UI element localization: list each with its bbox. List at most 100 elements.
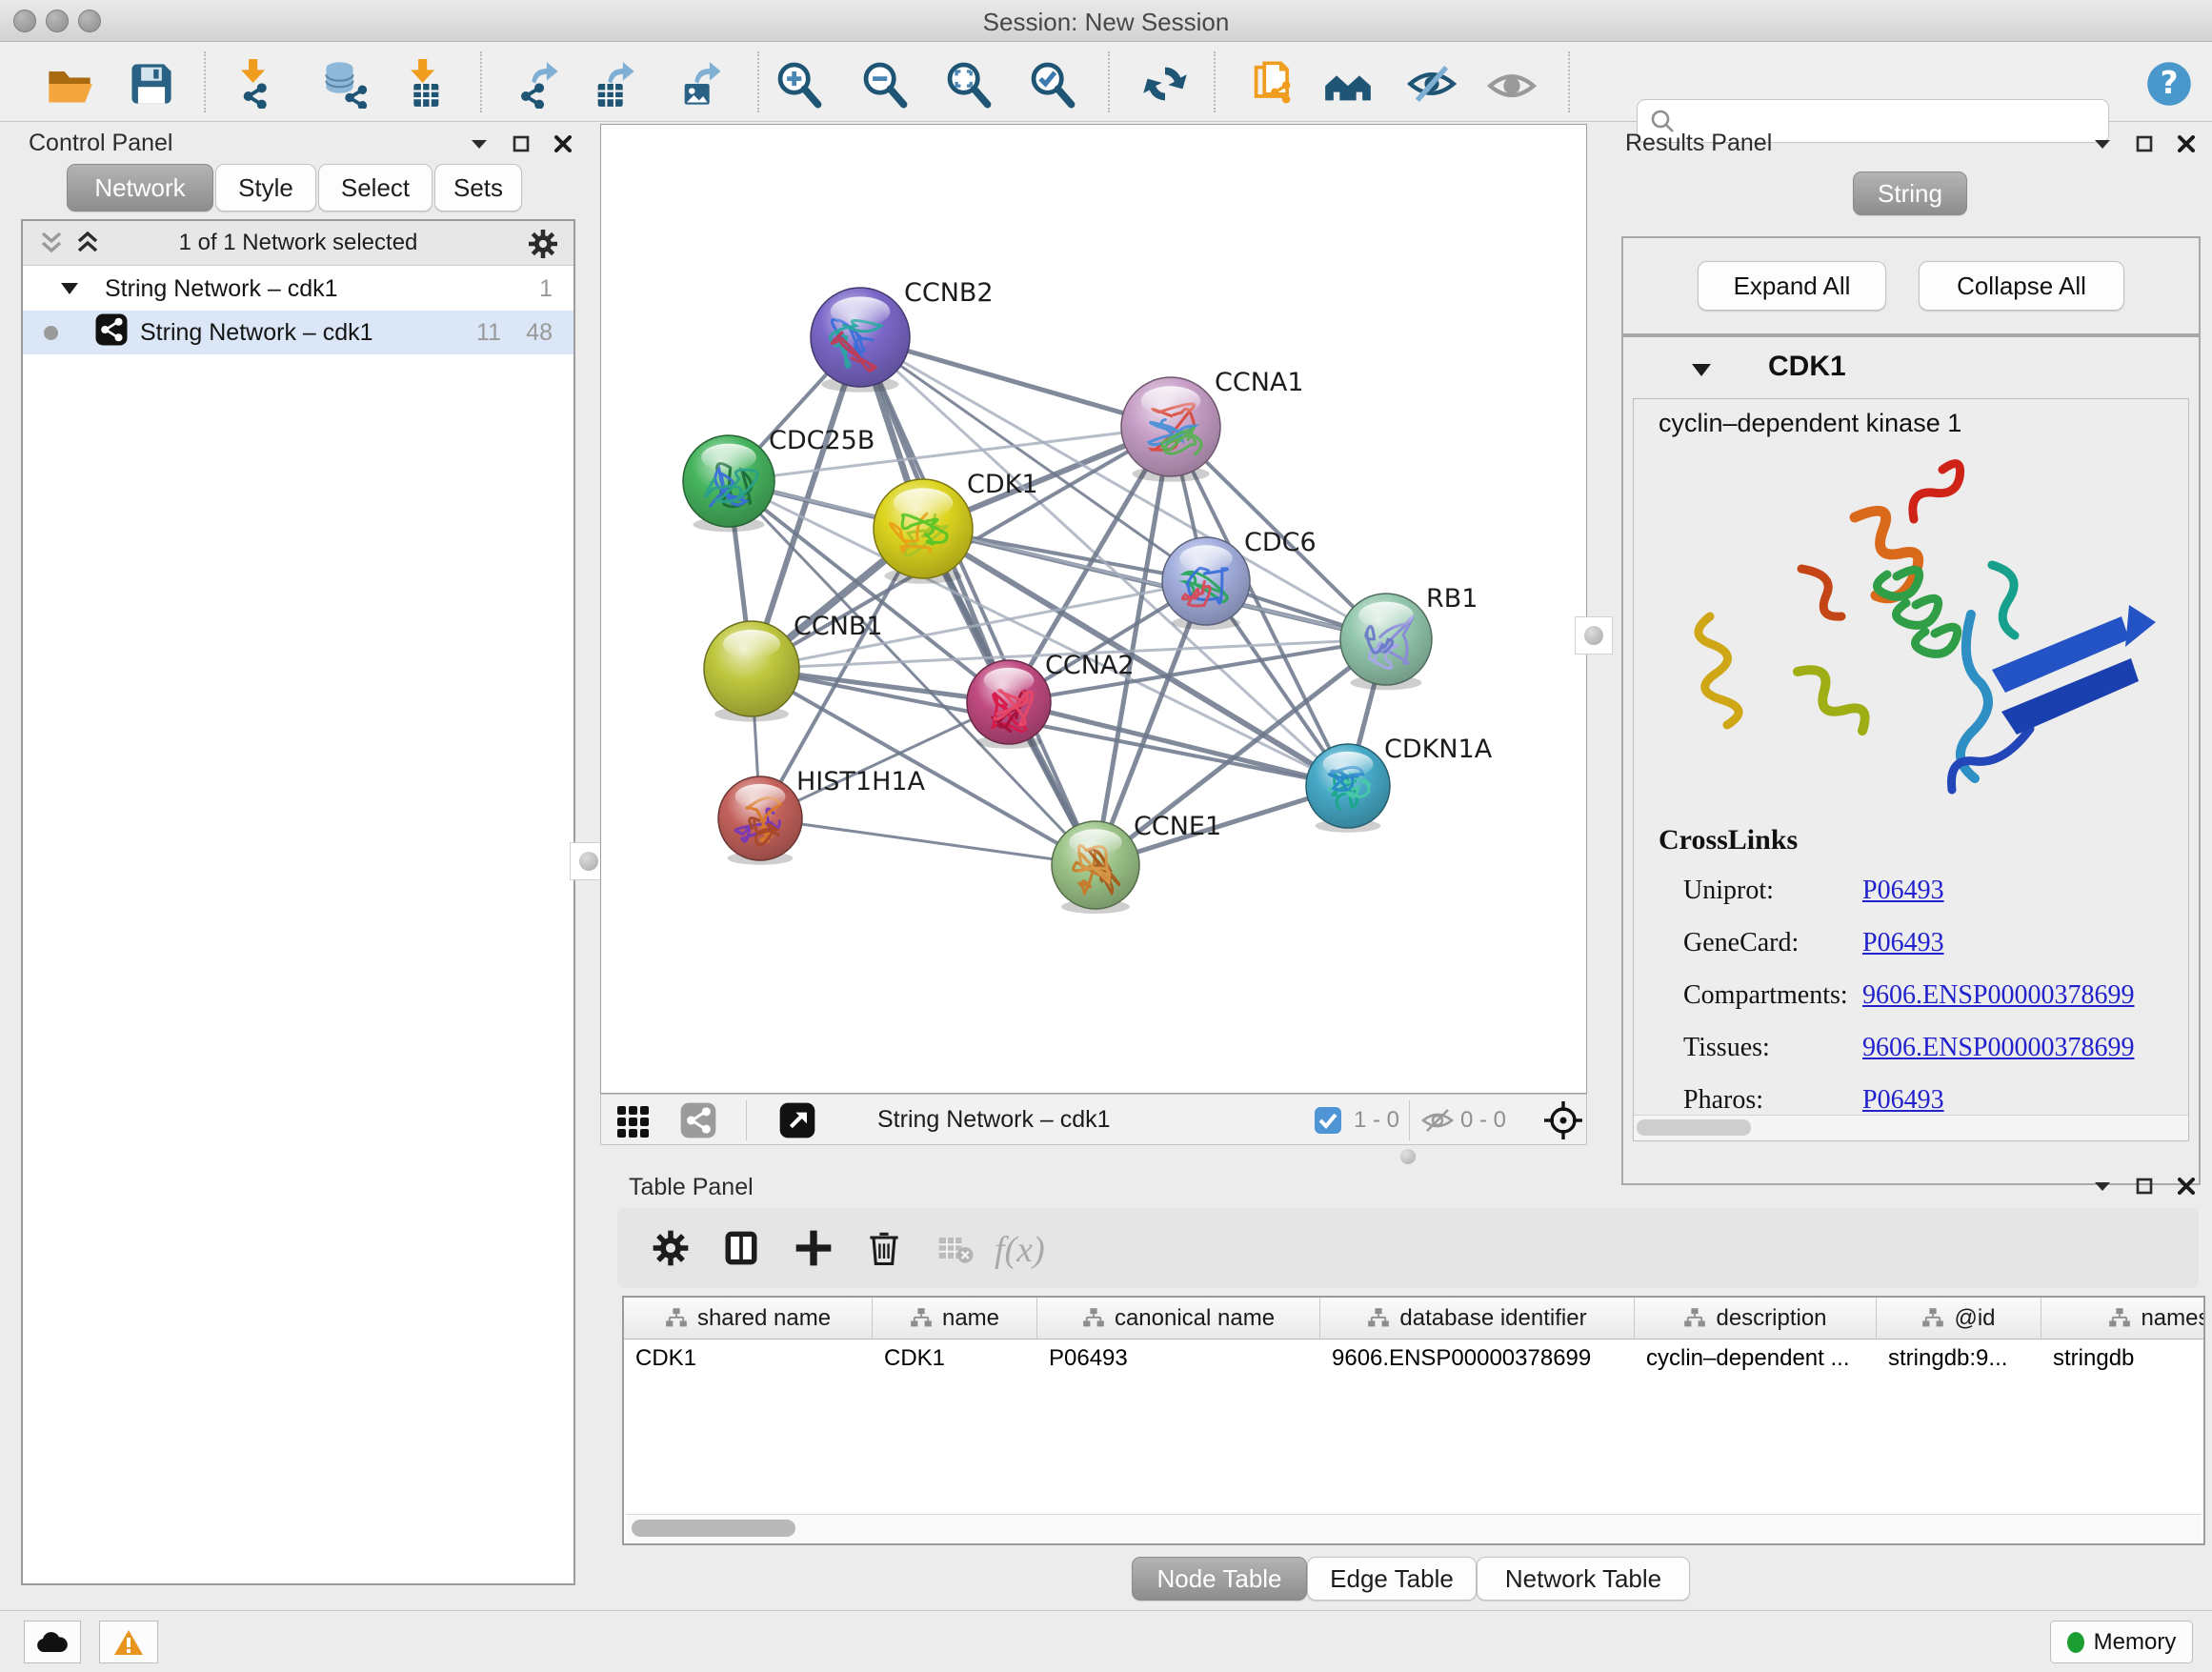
- import-table-button[interactable]: [394, 57, 450, 111]
- export-network-button[interactable]: [511, 57, 566, 111]
- crosslink-link-1[interactable]: P06493: [1862, 928, 1944, 958]
- network-canvas[interactable]: CCNB2CCNA1CDC25BCDK1CDC6RB1CCNB1CCNA2CDK…: [600, 124, 1587, 1094]
- node-label-CCNA1: CCNA1: [1215, 368, 1304, 397]
- add-column-icon[interactable]: [793, 1227, 835, 1269]
- collapse-all-button[interactable]: Collapse All: [1919, 261, 2124, 311]
- table-cell[interactable]: 9606.ENSP00000378699: [1320, 1340, 1635, 1378]
- string-network-icon: [94, 312, 129, 353]
- panel-menu-icon[interactable]: [469, 133, 490, 154]
- crosslink-row: Tissues: 9606.ENSP00000378699: [1683, 1021, 2179, 1074]
- table-cell[interactable]: CDK1: [624, 1340, 873, 1378]
- node-label-CDK1: CDK1: [967, 470, 1038, 499]
- crosslink-label: Compartments:: [1683, 980, 1862, 1011]
- crosslink-link-3[interactable]: 9606.ENSP00000378699: [1862, 1033, 2134, 1063]
- function-builder-icon-disabled: f(x): [995, 1229, 1045, 1271]
- protein-structure-image: [1657, 443, 2171, 815]
- hide-selected-button[interactable]: [1404, 57, 1459, 111]
- import-network-database-button[interactable]: [318, 57, 373, 111]
- network-collection-row[interactable]: String Network – cdk1 1: [23, 267, 573, 311]
- gear-icon[interactable]: [650, 1227, 692, 1269]
- tab-sets[interactable]: Sets: [434, 164, 522, 212]
- section-collapse-icon[interactable]: [1690, 362, 1713, 383]
- results-panel-window-controls: [2092, 133, 2197, 154]
- column-header-0[interactable]: shared name: [624, 1298, 873, 1340]
- table-cell[interactable]: CDK1: [873, 1340, 1037, 1378]
- column-header-1[interactable]: name: [873, 1298, 1037, 1340]
- column-header-2[interactable]: canonical name: [1037, 1298, 1320, 1340]
- birdseye-grid-icon[interactable]: [614, 1101, 653, 1139]
- tree-expand-icon[interactable]: [59, 275, 80, 303]
- zoom-fit-button[interactable]: [940, 57, 995, 111]
- fit-crosshair-icon[interactable]: [1542, 1099, 1580, 1138]
- import-network-file-button[interactable]: [225, 57, 280, 111]
- help-button[interactable]: ?: [2142, 57, 2197, 111]
- warning-button[interactable]: [99, 1621, 158, 1663]
- column-header-5[interactable]: @id: [1877, 1298, 2041, 1340]
- show-columns-icon[interactable]: [720, 1227, 762, 1269]
- zoom-selected-button[interactable]: [1024, 57, 1079, 111]
- gear-icon[interactable]: [526, 227, 560, 266]
- panel-float-icon[interactable]: [2134, 1176, 2155, 1197]
- export-table-button[interactable]: [587, 57, 642, 111]
- memory-button[interactable]: Memory: [2050, 1621, 2193, 1663]
- horizontal-splitter-handle[interactable]: [1400, 1149, 1416, 1164]
- tab-network[interactable]: Network: [67, 164, 213, 212]
- panel-close-icon[interactable]: [2176, 1176, 2197, 1197]
- table-hscrollbar-thumb[interactable]: [632, 1520, 795, 1537]
- cloud-button[interactable]: [24, 1621, 81, 1663]
- table-cell[interactable]: stringdb:9...: [1877, 1340, 2041, 1378]
- node-table[interactable]: shared namenamecanonical namedatabase id…: [622, 1296, 2205, 1545]
- crosslink-label: GeneCard:: [1683, 928, 1862, 958]
- tab-network-table[interactable]: Network Table: [1477, 1557, 1690, 1601]
- selected-checkbox-icon[interactable]: [1314, 1106, 1352, 1144]
- current-network-dot: [44, 326, 58, 340]
- crosslink-label: Uniprot:: [1683, 876, 1862, 906]
- first-neighbors-button[interactable]: [1320, 57, 1376, 111]
- node-label-CCNA2: CCNA2: [1045, 651, 1135, 680]
- network-list-header: 1 of 1 Network selected: [23, 221, 573, 266]
- tab-select[interactable]: Select: [318, 164, 432, 212]
- column-header-6[interactable]: namespace: [2041, 1298, 2205, 1340]
- panel-float-icon[interactable]: [2134, 133, 2155, 154]
- zoom-in-button[interactable]: [771, 57, 826, 111]
- save-session-button[interactable]: [124, 57, 179, 111]
- open-session-button[interactable]: [42, 57, 97, 111]
- right-splitter-handle[interactable]: [1575, 616, 1613, 655]
- tab-edge-table[interactable]: Edge Table: [1307, 1557, 1477, 1601]
- zoom-out-button[interactable]: [856, 57, 912, 111]
- table-hscrollbar[interactable]: [626, 1514, 2202, 1541]
- toolbar-separator: [204, 51, 206, 112]
- export-image-button[interactable]: [674, 57, 729, 111]
- column-header-3[interactable]: database identifier: [1320, 1298, 1635, 1340]
- expand-all-button[interactable]: Expand All: [1698, 261, 1886, 311]
- open-external-icon[interactable]: [778, 1101, 816, 1139]
- string-share-icon[interactable]: [679, 1101, 717, 1139]
- tab-string[interactable]: String: [1853, 171, 1967, 215]
- tab-style[interactable]: Style: [215, 164, 316, 212]
- network-row-selected[interactable]: String Network – cdk1 11 48: [23, 311, 573, 354]
- toolbar-separator: [1108, 51, 1110, 112]
- column-header-4[interactable]: description: [1635, 1298, 1877, 1340]
- footer-separator: [746, 1100, 747, 1140]
- cloud-icon: [34, 1629, 70, 1656]
- control-panel-window-controls: [469, 133, 573, 154]
- toolbar-separator: [1214, 51, 1216, 112]
- panel-menu-icon[interactable]: [2092, 133, 2113, 154]
- table-cell[interactable]: cyclin–dependent ...: [1635, 1340, 1877, 1378]
- delete-column-icon[interactable]: [863, 1227, 905, 1269]
- panel-float-icon[interactable]: [511, 133, 532, 154]
- node-label-CDKN1A: CDKN1A: [1384, 735, 1493, 764]
- tab-node-table[interactable]: Node Table: [1132, 1557, 1307, 1601]
- crosslink-link-4[interactable]: P06493: [1862, 1085, 1944, 1116]
- panel-menu-icon[interactable]: [2092, 1176, 2113, 1197]
- apply-layout-button[interactable]: [1137, 57, 1193, 111]
- results-hscrollbar[interactable]: [1634, 1115, 2188, 1140]
- show-all-button[interactable]: [1484, 57, 1539, 111]
- crosslink-link-0[interactable]: P06493: [1862, 876, 1944, 906]
- crosslink-link-2[interactable]: 9606.ENSP00000378699: [1862, 980, 2134, 1011]
- table-cell[interactable]: P06493: [1037, 1340, 1320, 1378]
- table-cell[interactable]: stringdb: [2041, 1340, 2205, 1378]
- panel-close-icon[interactable]: [2176, 133, 2197, 154]
- clone-network-button[interactable]: [1246, 57, 1301, 111]
- panel-close-icon[interactable]: [553, 133, 573, 154]
